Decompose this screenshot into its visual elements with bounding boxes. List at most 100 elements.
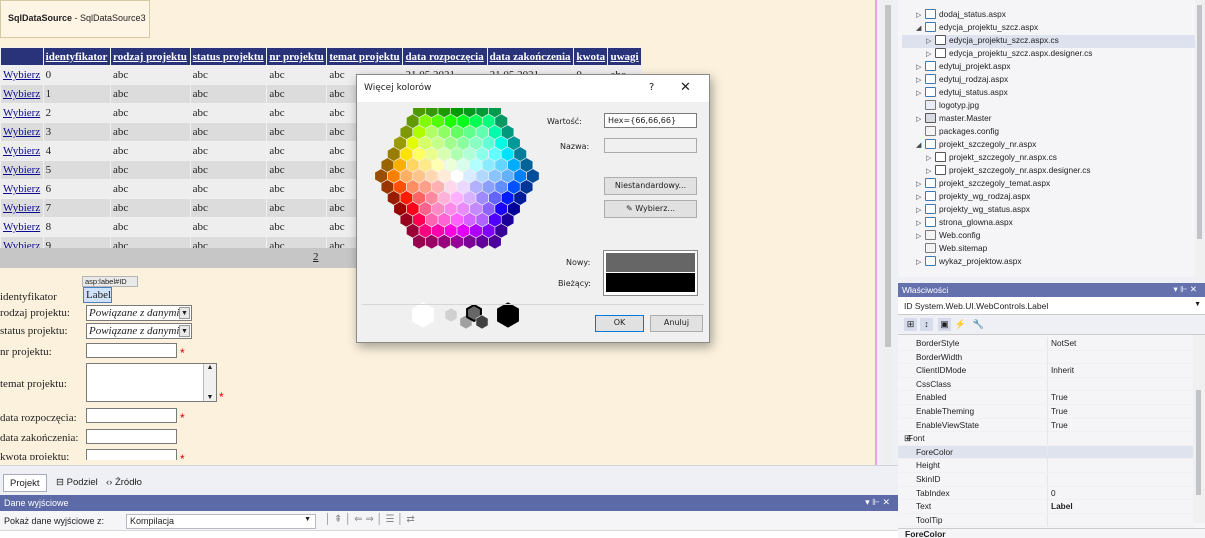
expand-icon[interactable]: ◢ — [916, 141, 925, 149]
property-row[interactable]: TabIndex 0 — [898, 486, 1193, 501]
solution-item[interactable]: ▷ projekt_szczegoly_temat.aspx — [916, 178, 1050, 191]
property-row[interactable]: ClientIDMode Inherit — [898, 364, 1193, 378]
status-dropdown[interactable]: Powiązane z danymi ▼ — [86, 323, 192, 339]
expand-icon[interactable]: ▷ — [916, 63, 925, 71]
solution-item[interactable]: ▷ projekt_szczegoly_nr.aspx.designer.cs — [926, 165, 1091, 178]
solution-scroll-thumb[interactable] — [1197, 5, 1202, 239]
scroll-up-icon[interactable]: ▲ — [204, 364, 216, 371]
select-row-link[interactable]: Wybierz — [3, 88, 40, 100]
chevron-down-icon[interactable]: ▼ — [179, 307, 190, 319]
property-pages-icon[interactable]: 🔧 — [972, 318, 985, 331]
custom-color-button[interactable]: Niestandardowy... — [604, 177, 697, 195]
property-value[interactable]: Inherit — [1051, 365, 1074, 375]
solution-item[interactable]: ▷ dodaj_status.aspx — [916, 9, 1006, 22]
property-row[interactable]: ToolTip — [898, 513, 1193, 528]
property-row[interactable]: Enabled True — [898, 391, 1193, 405]
property-value[interactable]: True — [1051, 392, 1068, 402]
output-content[interactable] — [0, 531, 898, 538]
chevron-down-icon[interactable]: ▼ — [304, 516, 311, 523]
solution-item[interactable]: ▷ strona_glowna.aspx — [916, 217, 1013, 230]
select-row-link[interactable]: Wybierz — [3, 183, 40, 195]
alphabetical-icon[interactable]: ↕ — [920, 318, 933, 331]
scroll-down-icon[interactable]: ▼ — [204, 394, 216, 401]
solution-item[interactable]: ▷ Web.config — [916, 230, 980, 243]
tab-design[interactable]: Projekt — [3, 474, 47, 492]
solution-item[interactable]: ▷ edytuj_status.aspx — [916, 87, 1008, 100]
expand-icon[interactable]: ▷ — [926, 154, 935, 162]
start-date-input[interactable] — [86, 408, 177, 423]
chevron-down-icon[interactable]: ▼ — [179, 325, 190, 337]
close-icon[interactable]: ✕ — [680, 80, 691, 95]
rodzaj-dropdown[interactable]: Powiązane z danymi ▼ — [86, 305, 192, 321]
end-date-input[interactable] — [86, 429, 177, 444]
solution-item[interactable]: ▷ edycja_projektu_szcz.aspx.cs — [926, 35, 1059, 48]
select-row-link[interactable]: Wybierz — [3, 221, 40, 233]
expand-icon[interactable]: ▷ — [926, 37, 935, 45]
select-row-link[interactable]: Wybierz — [3, 126, 40, 138]
select-row-link[interactable]: Wybierz — [3, 69, 40, 81]
property-value[interactable]: Label — [1051, 501, 1073, 511]
property-row[interactable]: EnableViewState True — [898, 418, 1193, 433]
help-icon[interactable]: ? — [649, 82, 654, 93]
gray-color-cell[interactable] — [496, 301, 520, 329]
select-row-link[interactable]: Wybierz — [3, 145, 40, 157]
solution-item[interactable]: ▷ edytuj_projekt.aspx — [916, 61, 1011, 74]
grid-header-1[interactable]: rodzaj projektu — [110, 47, 191, 66]
kwota-input[interactable] — [86, 449, 177, 460]
property-value[interactable]: NotSet — [1051, 338, 1076, 348]
solution-item[interactable]: ▷ projekty_wg_status.aspx — [916, 204, 1030, 217]
property-row[interactable]: Height — [898, 459, 1193, 473]
properties-icon[interactable]: ▣ — [938, 318, 951, 331]
grid-header-8[interactable]: uwagi — [607, 47, 642, 66]
solution-item[interactable]: ▷ projekty_wg_rodzaj.aspx — [916, 191, 1030, 204]
property-row[interactable]: BorderWidth — [898, 350, 1193, 365]
solution-item[interactable]: Web.sitemap — [916, 243, 987, 256]
solution-item[interactable]: ▷ edycja_projektu_szcz.aspx.designer.cs — [926, 48, 1092, 61]
nr-input[interactable] — [86, 343, 177, 358]
designer-scroll-thumb[interactable] — [885, 5, 891, 347]
property-row[interactable]: ForeColor — [898, 445, 1193, 460]
output-toolbar-icons[interactable]: │ ⇞ │ ⇐ ⇒ │ ☰ │ ⇄ — [325, 514, 415, 525]
categorized-icon[interactable]: ⊞ — [904, 318, 917, 331]
expand-icon[interactable]: ▷ — [916, 89, 925, 97]
solution-item[interactable]: ▷ edytuj_rodzaj.aspx — [916, 74, 1008, 87]
output-source-select[interactable]: Kompilacja ▼ — [126, 514, 316, 529]
expand-icon[interactable]: ▷ — [916, 219, 925, 227]
expand-icon[interactable]: ▷ — [916, 232, 925, 240]
tab-split[interactable]: ⊟ Podziel — [50, 474, 104, 492]
property-row[interactable]: SkinID — [898, 473, 1193, 487]
pin-icon[interactable]: ▾ ⊩ ✕ — [1173, 284, 1197, 295]
gray-color-cell[interactable] — [444, 307, 458, 323]
grid-header-6[interactable]: data zakończenia — [486, 47, 575, 66]
cancel-button[interactable]: Anuluj — [650, 315, 703, 332]
hex-value-input[interactable]: Hex={66,66,66} — [604, 113, 697, 128]
property-value[interactable]: True — [1051, 420, 1068, 430]
properties-scroll-thumb[interactable] — [1196, 390, 1201, 495]
solution-item[interactable]: ▷ wykaz_projektow.aspx — [916, 256, 1022, 269]
expand-icon[interactable]: ◢ — [916, 24, 925, 32]
properties-object-selector[interactable]: ID System.Web.UI.WebControls.Label ▼ — [898, 297, 1205, 315]
color-honeycomb[interactable] — [371, 108, 571, 348]
sqldatasource-control[interactable]: SqlDataSource - SqlDataSource3 — [0, 0, 150, 38]
expand-icon[interactable]: ▷ — [916, 76, 925, 84]
events-icon[interactable]: ⚡ — [954, 318, 967, 331]
solution-item[interactable]: packages.config — [916, 126, 999, 139]
solution-item[interactable]: ◢ edycja_projektu_szcz.aspx — [916, 22, 1038, 35]
expand-icon[interactable]: ▷ — [916, 193, 925, 201]
gray-color-cell[interactable] — [411, 301, 435, 329]
property-value[interactable]: 0 — [1051, 488, 1056, 498]
expand-icon[interactable]: ▷ — [916, 206, 925, 214]
expand-icon[interactable]: ▷ — [916, 11, 925, 19]
expand-icon[interactable]: ▷ — [926, 167, 935, 175]
grid-header-3[interactable]: nr projektu — [266, 47, 328, 66]
solution-item[interactable]: logotyp.jpg — [916, 100, 979, 113]
select-row-link[interactable]: Wybierz — [3, 107, 40, 119]
solution-item[interactable]: ◢ projekt_szczegoly_nr.aspx — [916, 139, 1036, 152]
property-row[interactable]: CssClass — [898, 377, 1193, 392]
property-row[interactable]: EnableTheming True — [898, 405, 1193, 419]
solution-item[interactable]: ▷ projekt_szczegoly_nr.aspx.cs — [926, 152, 1057, 165]
expand-icon[interactable]: ▷ — [916, 180, 925, 188]
expand-icon[interactable]: ▷ — [916, 115, 925, 123]
grid-header-4[interactable]: temat projektu — [326, 47, 404, 66]
chevron-down-icon[interactable]: ▼ — [1194, 301, 1201, 308]
